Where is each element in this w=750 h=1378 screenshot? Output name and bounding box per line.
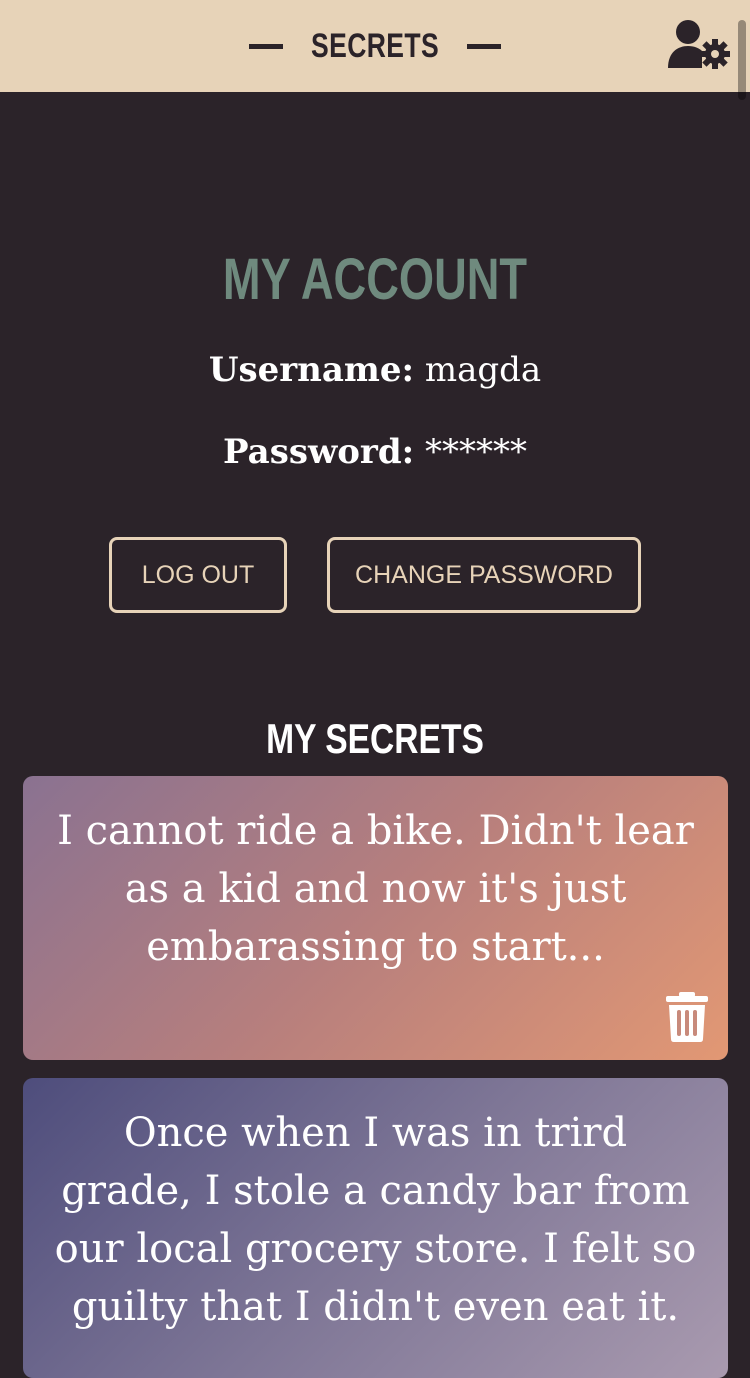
app-title: SECRETS	[311, 26, 439, 65]
brand-dash-left	[248, 43, 283, 49]
username-label: Username:	[208, 350, 415, 390]
user-settings-icon[interactable]	[668, 18, 732, 72]
top-bar: SECRETS	[0, 0, 750, 100]
trash-icon[interactable]	[666, 992, 708, 1042]
password-row: Password: ******	[0, 430, 750, 474]
password-label: Password:	[223, 432, 415, 472]
account-title: MY ACCOUNT	[222, 246, 528, 312]
password-value: ******	[424, 432, 527, 472]
secret-card: I cannot ride a bike. Didn't lear as a k…	[23, 776, 728, 1060]
brand: SECRETS	[248, 26, 502, 66]
secret-text: I cannot ride a bike. Didn't lear as a k…	[57, 808, 694, 970]
scrollbar-thumb[interactable]	[738, 20, 746, 100]
change-password-button[interactable]: CHANGE PASSWORD	[327, 537, 641, 613]
secrets-title: MY SECRETS	[266, 714, 484, 762]
secret-text: Once when I was in trird grade, I stole …	[54, 1110, 697, 1330]
brand-dash-right	[467, 43, 502, 49]
secret-card: Once when I was in trird grade, I stole …	[23, 1078, 728, 1378]
username-row: Username: magda	[0, 348, 750, 392]
logout-button[interactable]: LOG OUT	[109, 537, 287, 613]
username-value: magda	[424, 350, 542, 390]
